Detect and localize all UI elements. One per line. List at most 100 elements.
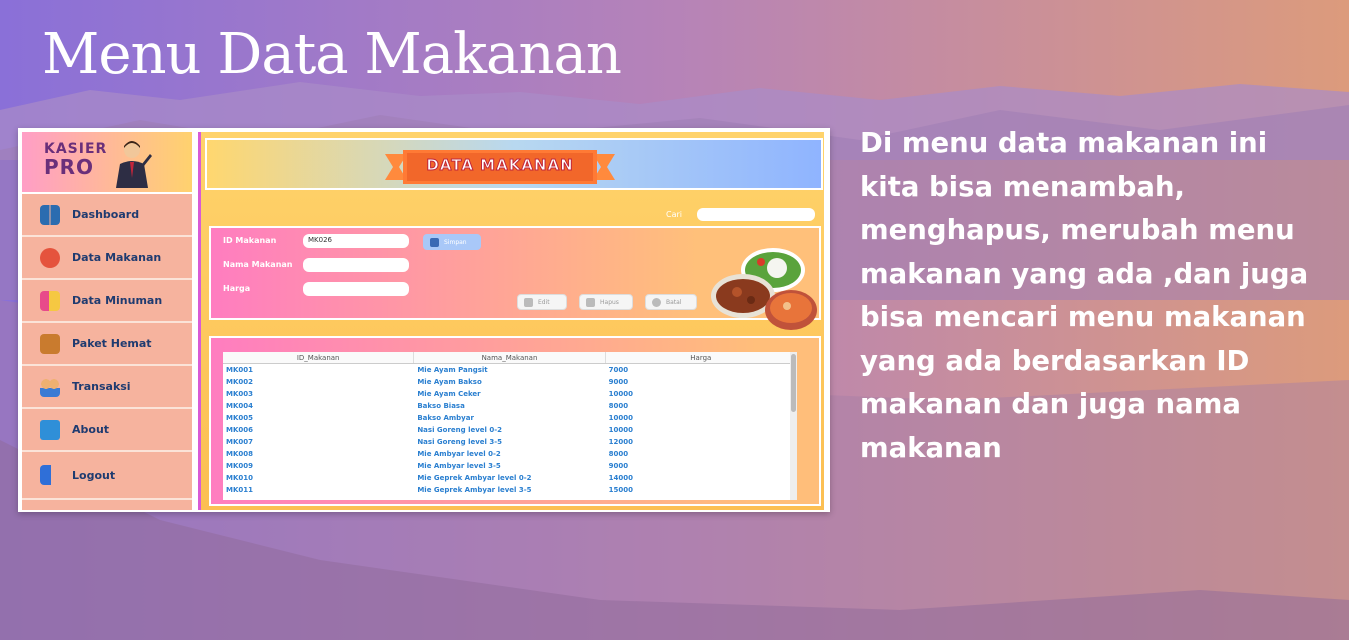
sidebar-item-data-makanan[interactable]: Data Makanan [22,237,192,280]
table-header: ID_Makanan Nama_Makanan Harga [223,352,797,364]
sidebar-item-label: Paket Hemat [72,337,152,350]
scrollbar-thumb[interactable] [791,354,796,412]
table-cell: 12000 [608,438,634,446]
save-button[interactable]: Simpan [423,234,481,250]
app-screenshot: KASIER PRO Dashboard Data Makanan Data M… [18,128,830,512]
table-cell: 7000 [608,366,629,374]
table-cell: MK002 [226,378,254,386]
sidebar-item-label: Data Makanan [72,251,162,264]
main-panel: DATA MAKANAN Cari ID Makanan MK026 Nama … [198,132,824,510]
makanan-table[interactable]: ID_Makanan Nama_Makanan Harga MK001 Mie A… [223,352,797,500]
delete-button[interactable]: Hapus [579,294,633,310]
table-cell: Bakso Biasa [417,402,465,410]
id-makanan-field[interactable]: MK026 [303,234,409,248]
harga-field[interactable] [303,282,409,296]
cancel-button-label: Batal [666,298,682,306]
nama-makanan-label: Nama Makanan [223,260,293,269]
table-cell: Nasi Goreng level 3-5 [417,438,503,446]
table-cell: 8000 [608,450,629,458]
table-cell: MK001 [226,366,254,374]
trash-icon [586,297,595,307]
sidebar-item-label: Logout [72,468,116,482]
sidebar: KASIER PRO Dashboard Data Makanan Data M… [22,132,192,510]
table-row[interactable]: MK002 Mie Ayam Bakso 9000 [223,376,797,388]
drink-icon [40,290,60,311]
table-cell: Mie Geprek Ambyar level 0-2 [417,474,532,482]
table-row[interactable]: MK004 Bakso Biasa 8000 [223,400,797,412]
table-row[interactable]: MK008 Mie Ambyar level 0-2 8000 [223,448,797,460]
table-row[interactable]: MK005 Bakso Ambyar 10000 [223,412,797,424]
logo-line2: PRO [44,155,95,179]
id-makanan-label: ID Makanan [223,236,277,245]
edit-button[interactable]: Edit [517,294,567,310]
table-cell: Mie Ambyar level 0-2 [417,450,501,458]
cancel-icon [652,297,661,307]
table-cell: 15000 [608,486,634,494]
table-row[interactable]: MK010 Mie Geprek Ambyar level 0-2 14000 [223,472,797,484]
column-header[interactable]: Harga [606,352,797,363]
table-cell: 9000 [608,462,629,470]
header-banner: DATA MAKANAN [385,148,615,186]
sidebar-item-transaksi[interactable]: Transaksi [22,366,192,409]
dashboard-icon [40,204,60,225]
table-cell: Bakso Ambyar [417,414,474,422]
save-button-label: Simpan [444,238,467,246]
app-logo: KASIER PRO [22,132,192,194]
table-row[interactable]: MK003 Mie Ayam Ceker 10000 [223,388,797,400]
sidebar-item-dashboard[interactable]: Dashboard [22,194,192,237]
table-cell: MK010 [226,474,254,482]
header-band: DATA MAKANAN [205,138,823,190]
sidebar-item-label: Dashboard [72,208,140,221]
sidebar-item-data-minuman[interactable]: Data Minuman [22,280,192,323]
businessman-icon [116,141,152,188]
table-row[interactable]: MK009 Mie Ambyar level 3-5 9000 [223,460,797,472]
page-description: Di menu data makanan ini kita bisa menam… [860,127,1309,464]
sidebar-item-label: About [72,423,110,436]
table-cell: 10000 [608,390,634,398]
sidebar-item-logout[interactable]: Logout [22,452,192,500]
table-row[interactable]: MK006 Nasi Goreng level 0-2 10000 [223,424,797,436]
table-cell: MK005 [226,414,254,422]
table-cell: MK006 [226,426,254,434]
column-header[interactable]: Nama_Makanan [414,352,606,363]
edit-button-label: Edit [538,298,550,306]
header-banner-text: DATA MAKANAN [426,156,574,175]
edit-icon [524,297,533,307]
table-row[interactable]: MK011 Mie Geprek Ambyar level 3-5 15000 [223,484,797,496]
table-cell: 10000 [608,426,634,434]
page-title: Menu Data Makanan [42,22,622,87]
info-icon [40,419,60,440]
food-icon [40,247,60,268]
floppy-icon [430,237,439,247]
table-cell: 10000 [608,414,634,422]
delete-button-label: Hapus [600,298,619,306]
table-cell: MK004 [226,402,254,410]
table-row[interactable]: MK007 Nasi Goreng level 3-5 12000 [223,436,797,448]
table-row[interactable]: MK001 Mie Ayam Pangsit 7000 [223,364,797,376]
table-cell: MK009 [226,462,254,470]
table-cell: MK007 [226,438,254,446]
table-cell: Mie Ambyar level 3-5 [417,462,501,470]
package-icon [40,333,60,354]
table-cell: Mie Ayam Pangsit [417,366,488,374]
table-cell: Mie Ayam Bakso [417,378,482,386]
table-cell: 9000 [608,378,629,386]
cancel-button[interactable]: Batal [645,294,697,310]
nama-makanan-field[interactable] [303,258,409,272]
table-cell: Mie Geprek Ambyar level 3-5 [417,486,532,494]
sidebar-item-about[interactable]: About [22,409,192,452]
logout-icon [40,465,60,485]
harga-label: Harga [223,284,251,293]
food-illustration [711,248,817,330]
logo-text: KASIER PRO [44,140,107,179]
sidebar-item-paket-hemat[interactable]: Paket Hemat [22,323,192,366]
table-cell: MK003 [226,390,254,398]
table-cell: MK011 [226,486,254,494]
column-header[interactable]: ID_Makanan [223,352,415,363]
search-label: Cari [666,210,682,219]
table-scrollbar[interactable] [790,352,797,500]
sidebar-item-label: Data Minuman [72,294,163,307]
search-input[interactable] [697,208,815,221]
people-icon [40,376,60,397]
table-cell: 14000 [608,474,634,482]
